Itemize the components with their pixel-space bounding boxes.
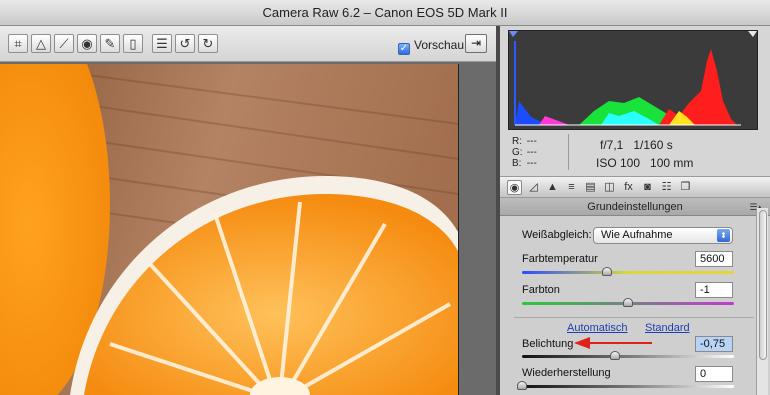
divider xyxy=(514,317,754,318)
tab-basic-icon[interactable]: ◉ xyxy=(507,180,522,195)
scrollbar-thumb[interactable] xyxy=(759,210,767,360)
info-separator xyxy=(568,134,569,170)
toolbar: ⌗ △ ⟋ ◉ ✎ ▯ ☰ ↺ ↻ ✓ Vorschau ⇥ xyxy=(0,26,496,62)
orange-photo[interactable] xyxy=(0,64,459,395)
spot-removal-tool-icon[interactable]: ⟋ xyxy=(54,34,74,53)
tab-lens-corrections-icon[interactable]: ◫ xyxy=(602,180,617,195)
tab-hsl-icon[interactable]: ≡ xyxy=(564,180,579,195)
recovery-track[interactable] xyxy=(522,385,734,388)
shutter-value: 1/160 s xyxy=(633,138,673,152)
lens-info: ISO 100 100 mm xyxy=(596,156,693,170)
highlight-clipping-indicator xyxy=(748,31,757,37)
tab-camera-calibration-icon[interactable]: ◙ xyxy=(640,180,655,195)
iso-value: ISO 100 xyxy=(596,156,641,170)
tint-slider-thumb[interactable] xyxy=(623,298,633,307)
section-title: Grundeinstellungen xyxy=(587,201,683,213)
histogram xyxy=(508,30,758,130)
preview-checkbox[interactable]: ✓ xyxy=(398,43,410,55)
rgb-readout: R: --- G: --- B: --- xyxy=(512,136,537,169)
temperature-track[interactable] xyxy=(522,271,734,274)
red-eye-tool-icon[interactable]: ◉ xyxy=(77,34,97,53)
shadow-clipping-indicator xyxy=(509,31,518,37)
tab-snapshots-icon[interactable]: ❐ xyxy=(678,180,693,195)
tint-field[interactable]: -1 xyxy=(695,282,733,298)
default-link[interactable]: Standard xyxy=(645,322,690,334)
rotate-left-tool-icon[interactable]: ↺ xyxy=(175,34,195,53)
graduated-filter-tool-icon[interactable]: ▯ xyxy=(123,34,143,53)
tab-presets-icon[interactable]: ☷ xyxy=(659,180,674,195)
preview-label: Vorschau xyxy=(414,38,465,52)
tab-effects-icon[interactable]: fx xyxy=(621,180,636,195)
exposure-info: f/7,1 1/160 s xyxy=(600,138,673,152)
select-arrows-icon: ⬍ xyxy=(717,229,730,242)
exposure-field[interactable]: -0,75 xyxy=(695,336,733,352)
adjustment-panel: R: --- G: --- B: --- f/7,1 1/160 s ISO 1… xyxy=(500,26,770,395)
white-balance-value: Wie Aufnahme xyxy=(601,229,673,241)
image-preview-area[interactable] xyxy=(0,62,496,395)
basic-settings: Weißabgleich: Wie Aufnahme ⬍ Farbtempera… xyxy=(500,216,770,395)
crop-tool-icon[interactable]: ⌗ xyxy=(8,34,28,53)
temperature-slider-thumb[interactable] xyxy=(601,267,612,276)
aperture-value: f/7,1 xyxy=(600,138,624,152)
exposure-track[interactable] xyxy=(522,355,734,358)
auto-link[interactable]: Automatisch xyxy=(567,322,628,334)
tint-label: Farbton xyxy=(522,284,560,296)
focal-length-value: 100 mm xyxy=(650,156,694,170)
tab-split-toning-icon[interactable]: ▤ xyxy=(583,180,598,195)
preview-toggle[interactable]: ✓ Vorschau xyxy=(398,36,465,55)
recovery-slider-thumb[interactable] xyxy=(517,381,527,390)
info-area: R: --- G: --- B: --- f/7,1 1/160 s ISO 1… xyxy=(508,132,758,176)
recovery-label: Wiederherstellung xyxy=(522,367,611,379)
panel-tabs: ◉ ◿ ▲ ≡ ▤ ◫ fx ◙ ☷ ❐ xyxy=(500,176,770,198)
exposure-slider-thumb[interactable] xyxy=(610,351,621,360)
recovery-field[interactable]: 0 xyxy=(695,366,733,382)
tab-tone-curve-icon[interactable]: ◿ xyxy=(526,180,541,195)
window-title: Camera Raw 6.2 – Canon EOS 5D Mark II xyxy=(0,0,770,26)
white-balance-select[interactable]: Wie Aufnahme ⬍ xyxy=(593,227,733,244)
section-header: Grundeinstellungen ☰▴ xyxy=(500,198,770,216)
rotate-right-tool-icon[interactable]: ↻ xyxy=(198,34,218,53)
temperature-field[interactable]: 5600 xyxy=(695,251,733,267)
panel-scrollbar[interactable] xyxy=(756,208,768,395)
straighten-tool-icon[interactable]: △ xyxy=(31,34,51,53)
white-balance-label: Weißabgleich: xyxy=(522,229,592,241)
annotation-arrow xyxy=(574,337,652,349)
preferences-tool-icon[interactable]: ☰ xyxy=(152,34,172,53)
tab-detail-icon[interactable]: ▲ xyxy=(545,180,560,195)
adjustment-brush-tool-icon[interactable]: ✎ xyxy=(100,34,120,53)
exposure-label: Belichtung xyxy=(522,338,574,350)
temperature-label: Farbtemperatur xyxy=(522,253,598,265)
fullscreen-button[interactable]: ⇥ xyxy=(465,34,487,53)
